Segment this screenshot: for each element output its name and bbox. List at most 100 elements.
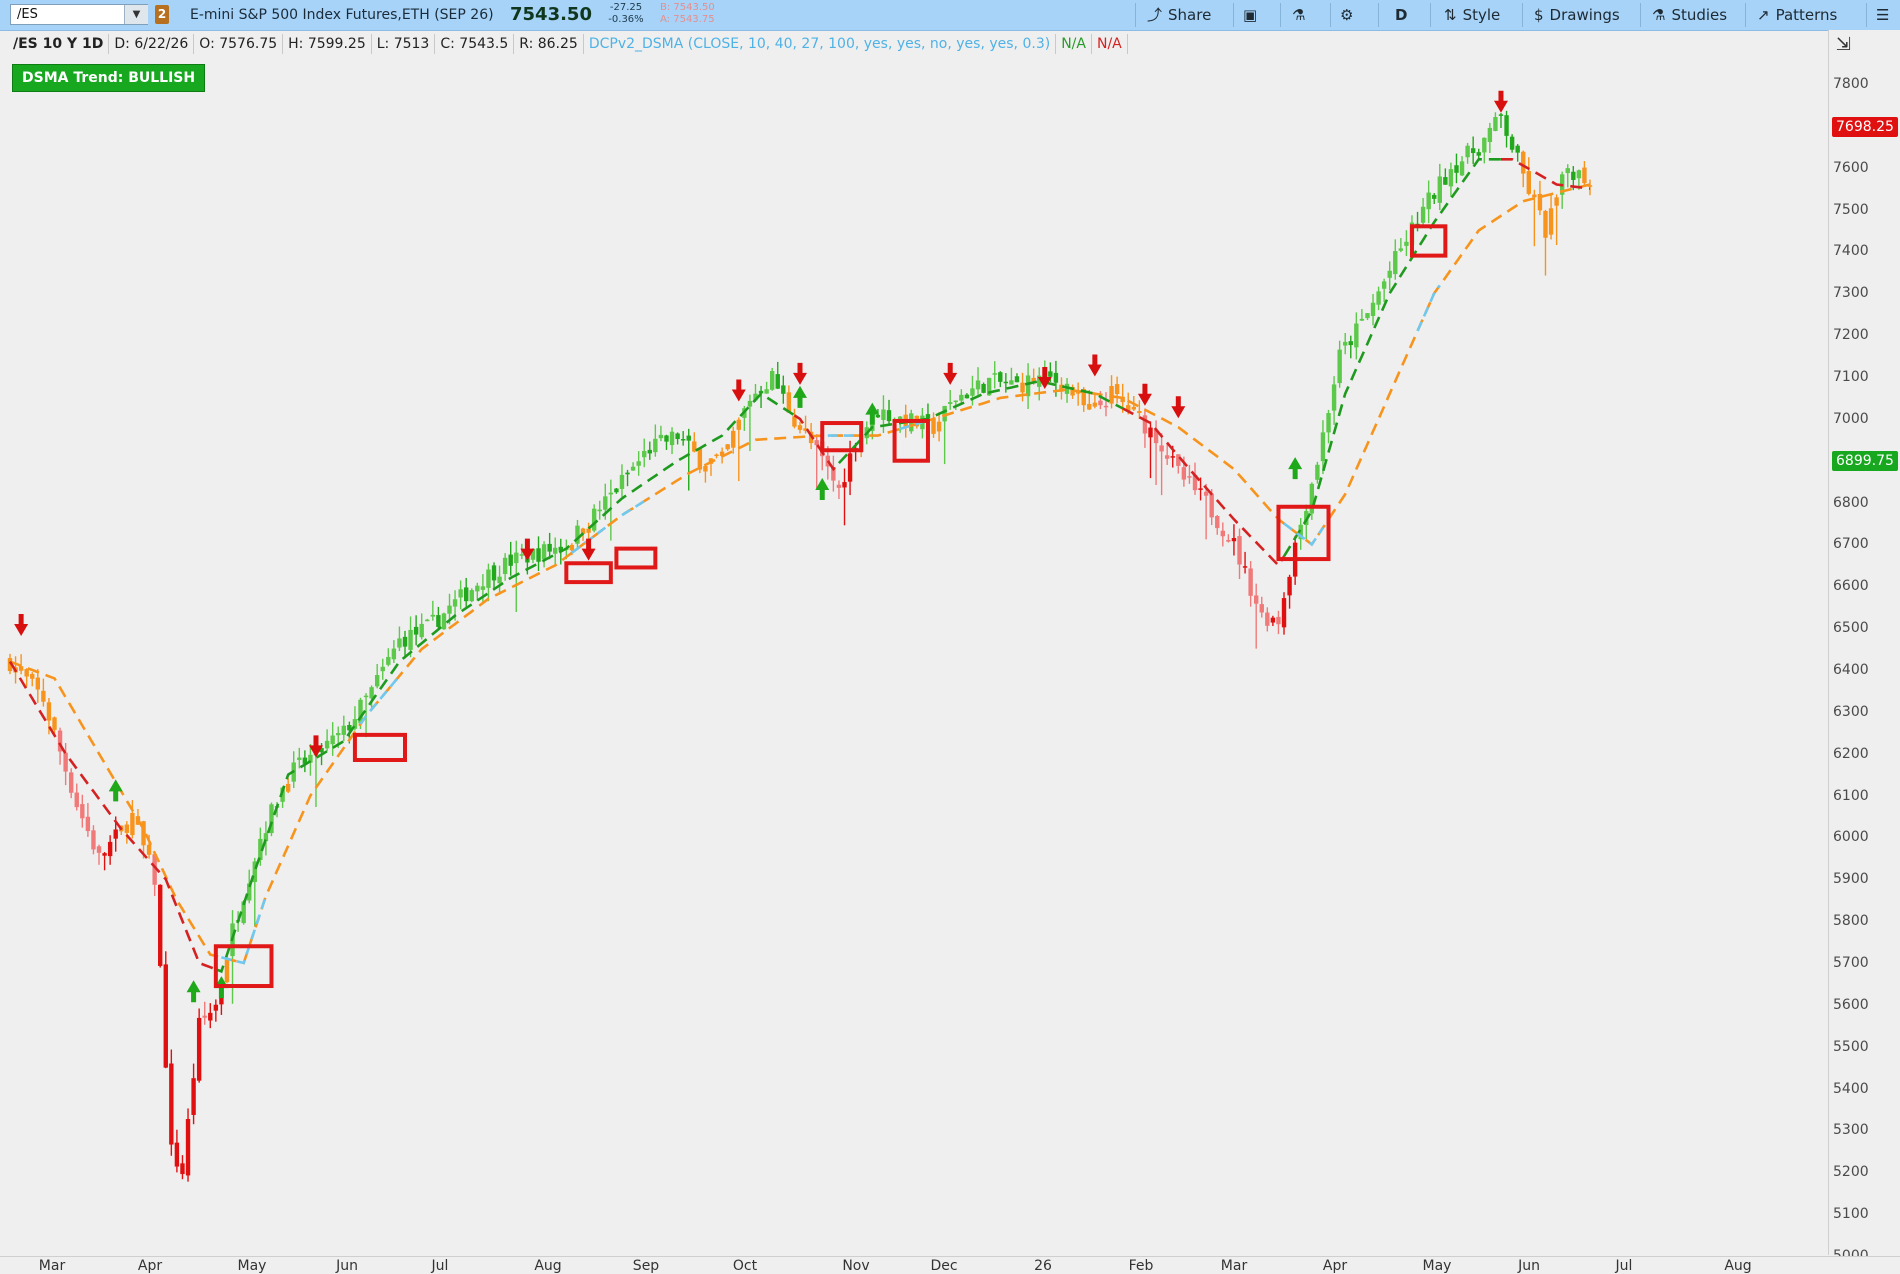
time-tick-label: Apr [137,1258,163,1274]
candle-body [1237,536,1242,565]
candle-body [285,783,291,792]
candle-body [1092,402,1098,407]
candle-body [1159,445,1164,452]
flask-icon: ⚗ [1292,6,1306,24]
candle-body [970,388,975,396]
candle-body [80,804,85,819]
candle-body [1420,206,1426,223]
sell-signal-arrow-icon [1087,354,1102,377]
studies-label: Studies [1671,6,1728,24]
chart-spec[interactable]: /ES 10 Y 1D [8,34,110,54]
candle-body [1548,208,1554,235]
study-label[interactable]: DCPv2_DSMA (CLOSE, 10, 40, 27, 100, yes,… [584,34,1057,54]
camera-icon: ▣ [1243,6,1258,24]
aggregation-button[interactable]: D [1395,0,1407,30]
list-menu-icon: ☰ [1876,6,1890,24]
candle-body [436,615,441,627]
candle-body [664,435,669,442]
sell-signal-arrow-icon [1493,90,1508,113]
candle-body [369,687,374,699]
candle-body [374,675,380,687]
candle-body [46,702,52,721]
study-value-1: N/A [1056,34,1092,54]
drawings-button[interactable]: $ Drawings [1534,0,1620,30]
price-tick-label: 6800 [1833,494,1869,511]
candle-body [1465,145,1470,158]
snapshot-button[interactable]: ▣ [1243,0,1263,30]
candle-body [18,666,24,671]
candle-body [224,959,230,983]
time-tick-label: Aug [534,1258,562,1274]
candle-body [797,425,803,430]
candle-body [703,465,708,472]
studies-button[interactable]: ⚗ Studies [1652,0,1727,30]
candle-body [836,484,842,488]
candle-body [35,677,41,690]
candle-body [452,599,458,607]
time-tick-label: May [1422,1258,1452,1274]
candle-body [130,812,135,836]
candle-body [1320,432,1326,462]
candle-body [881,409,886,420]
price-tick-label: 7100 [1833,369,1869,385]
candle-body [336,732,341,736]
candle-body [1270,617,1276,623]
buy-signal-arrow-icon [108,779,123,802]
candle-body [1103,405,1109,408]
candle-body [1098,400,1103,406]
axis-drawing-icon[interactable]: ⇲ [1836,34,1851,55]
candle-body [380,666,385,672]
toolbar-separator [1330,3,1331,27]
candle-body [363,695,369,698]
fast-ma-line-bull [215,392,796,974]
candle-body [886,410,892,422]
candle-body [324,740,330,749]
candle-body [1203,491,1209,496]
net-change-value: -27.25 [609,2,643,13]
candle-body [586,528,591,533]
share-button[interactable]: ⤴ Share [1147,0,1211,30]
price-chart[interactable] [0,56,1828,1256]
candle-body [1181,467,1187,480]
candle-body [658,434,664,439]
candle-body [1537,193,1543,211]
candle-body [1504,115,1509,136]
candle-body [731,430,736,448]
price-tick-label: 5900 [1833,871,1869,888]
candle-body [1265,612,1270,626]
candle-body [597,509,602,512]
patterns-button[interactable]: ↗ Patterns [1757,0,1837,30]
candle-body [1220,530,1226,537]
candle-body [180,1163,185,1175]
candle-body [96,846,102,853]
candle-body [1053,372,1059,383]
candle-body [953,400,958,403]
candle-body [1532,194,1537,198]
time-tick-label: Apr [1322,1258,1348,1274]
candle-body [925,414,931,418]
candle-body [747,400,753,407]
candle-body [725,444,730,450]
candle-body [769,370,775,390]
net-change-percent: -0.36% [608,14,644,25]
symbol-dropdown-icon[interactable]: ▼ [124,5,148,24]
candle-body [1354,323,1359,348]
candle-body [1393,251,1398,275]
highlight-box [564,561,613,585]
menu-button[interactable]: ☰ [1876,0,1895,30]
style-button[interactable]: ⇅ Style [1444,0,1500,30]
candle-body [1582,167,1587,184]
candle-body [642,450,647,458]
price-tick-label: 5400 [1833,1080,1869,1097]
link-group-badge[interactable]: 2 [155,5,169,24]
settings-button[interactable]: ⚙ [1340,0,1359,30]
candle-body [875,414,881,418]
candle-body [1048,371,1053,377]
candle-body [1493,117,1498,131]
buy-signal-arrow-icon [1288,457,1303,480]
candle-body [686,435,691,441]
flask-button[interactable]: ⚗ [1292,0,1311,30]
bid-value: B: 7543.50 [660,2,715,13]
candle-body [553,547,558,554]
candle-body [1337,349,1342,384]
